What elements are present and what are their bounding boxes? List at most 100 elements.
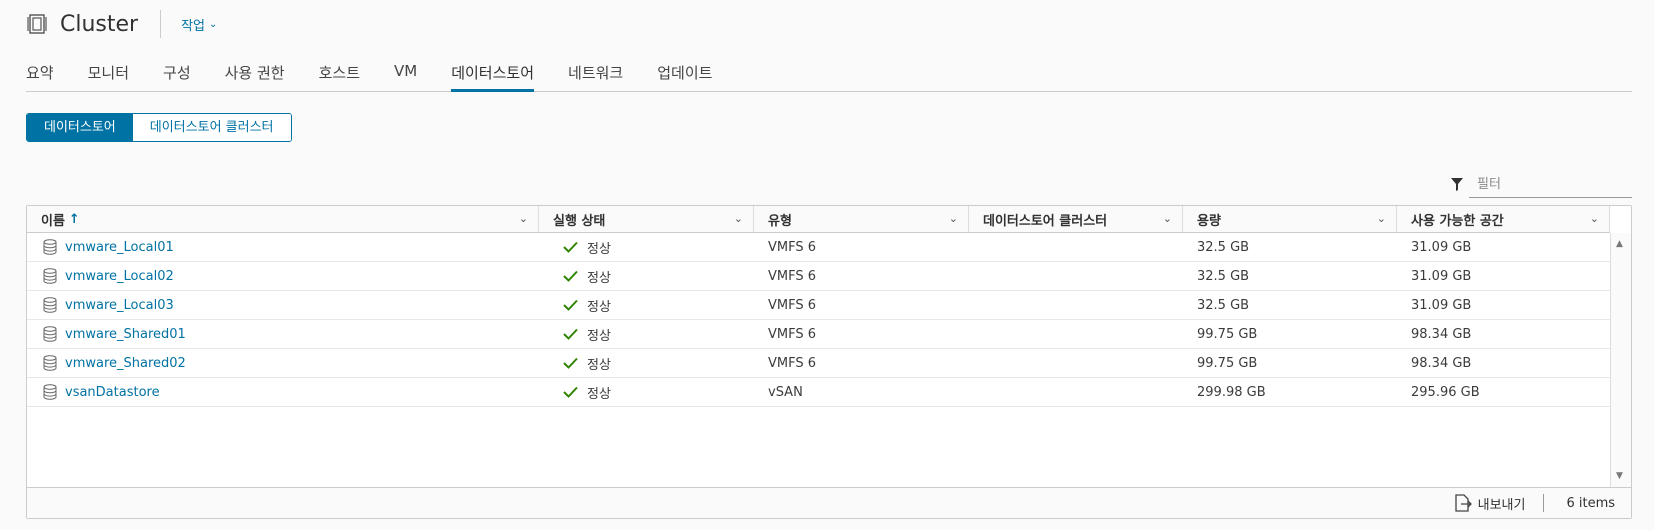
column-label: 사용 가능한 공간 xyxy=(1411,213,1504,229)
chevron-down-icon[interactable]: ⌄ xyxy=(734,212,743,225)
tab-hosts[interactable]: 호스트 xyxy=(319,56,360,92)
name-cell: vmware_Shared01 xyxy=(27,320,539,348)
table-row[interactable]: vmware_Shared02 정상 VMFS 6 99.75 GB 98.34… xyxy=(27,349,1610,378)
vertical-scrollbar[interactable]: ▲ ▼ xyxy=(1610,233,1631,487)
datastore-link[interactable]: vmware_Shared02 xyxy=(65,356,186,371)
capacity-cell: 32.5 GB xyxy=(1197,239,1250,255)
datastore-clusters-toggle-button[interactable]: 데이터스토어 클러스터 xyxy=(132,114,291,141)
tab-monitor[interactable]: 모니터 xyxy=(88,56,129,92)
column-label: 실행 상태 xyxy=(553,213,606,229)
datastore-link[interactable]: vsanDatastore xyxy=(65,385,160,400)
type-cell: vSAN xyxy=(768,384,803,400)
column-header-free-space[interactable]: 사용 가능한 공간 ⌄ xyxy=(1397,206,1610,232)
tab-networks[interactable]: 네트워크 xyxy=(568,56,623,92)
table-row[interactable]: vmware_Shared01 정상 VMFS 6 99.75 GB 98.34… xyxy=(27,320,1610,349)
footer-divider xyxy=(1543,494,1545,512)
cluster-cell xyxy=(969,262,1183,290)
tab-configure[interactable]: 구성 xyxy=(163,56,191,92)
datastore-link[interactable]: vmware_Shared01 xyxy=(65,327,186,342)
cluster-cell xyxy=(969,378,1183,406)
table-row[interactable]: vsanDatastore 정상 vSAN 299.98 GB 295.96 G… xyxy=(27,378,1610,407)
status-text: 정상 xyxy=(587,241,611,257)
tab-updates[interactable]: 업데이트 xyxy=(657,56,712,92)
status-cell: 정상 xyxy=(539,320,754,348)
column-label: 데이터스토어 클러스터 xyxy=(983,213,1108,229)
capacity-cell: 32.5 GB xyxy=(1197,297,1250,313)
column-header-capacity[interactable]: 용량 ⌄ xyxy=(1183,206,1397,232)
sort-asc-icon: ↑ xyxy=(68,211,80,227)
free-space-cell: 31.09 GB xyxy=(1411,239,1472,255)
column-header-cluster[interactable]: 데이터스토어 클러스터 ⌄ xyxy=(969,206,1183,232)
grid-body: vmware_Local01 정상 VMFS 6 32.5 GB 31.09 G… xyxy=(27,233,1610,407)
column-label: 용량 xyxy=(1197,213,1221,229)
status-text: 정상 xyxy=(587,328,611,344)
chevron-down-icon[interactable]: ⌄ xyxy=(1377,212,1386,225)
datastore-icon xyxy=(41,238,59,256)
chevron-down-icon[interactable]: ⌄ xyxy=(949,212,958,225)
type-cell: VMFS 6 xyxy=(768,326,817,342)
capacity-cell: 32.5 GB xyxy=(1197,268,1250,284)
status-cell: 정상 xyxy=(539,291,754,319)
column-header-type[interactable]: 유형 ⌄ xyxy=(754,206,969,232)
table-row[interactable]: vmware_Local02 정상 VMFS 6 32.5 GB 31.09 G… xyxy=(27,262,1610,291)
tab-vms[interactable]: VM xyxy=(394,56,417,92)
type-cell: VMFS 6 xyxy=(768,297,817,313)
check-icon xyxy=(563,386,581,398)
cluster-cell xyxy=(969,349,1183,377)
actions-label: 작업 xyxy=(181,18,206,34)
capacity-cell: 99.75 GB xyxy=(1197,355,1258,371)
item-count: 6 items xyxy=(1566,495,1615,511)
tab-permissions[interactable]: 사용 권한 xyxy=(225,56,285,92)
name-cell: vmware_Local01 xyxy=(27,233,539,261)
datastore-icon xyxy=(41,354,59,372)
check-icon xyxy=(563,328,581,340)
actions-menu[interactable]: 작업 ⌄ xyxy=(181,15,217,34)
check-icon xyxy=(563,270,581,282)
datastores-toggle-button[interactable]: 데이터스토어 xyxy=(27,114,133,141)
grid-header: 이름 ↑ ⌄ 실행 상태 ⌄ 유형 ⌄ 데이터스토어 클러스터 ⌄ 용량 ⌄ 사… xyxy=(27,206,1610,233)
column-header-name[interactable]: 이름 ↑ ⌄ xyxy=(27,206,539,232)
name-cell: vmware_Local02 xyxy=(27,262,539,290)
title-divider xyxy=(160,10,162,38)
type-cell: VMFS 6 xyxy=(768,239,817,255)
view-toggle: 데이터스토어 데이터스토어 클러스터 xyxy=(26,113,292,142)
chevron-down-icon[interactable]: ⌄ xyxy=(1590,212,1599,225)
type-cell: VMFS 6 xyxy=(768,268,817,284)
datastore-link[interactable]: vmware_Local01 xyxy=(65,240,174,255)
chevron-down-icon: ⌄ xyxy=(209,18,218,30)
capacity-cell: 99.75 GB xyxy=(1197,326,1258,342)
cluster-icon xyxy=(26,13,48,35)
tab-summary[interactable]: 요약 xyxy=(26,56,54,92)
chevron-down-icon[interactable]: ⌄ xyxy=(1163,212,1172,225)
cluster-cell xyxy=(969,291,1183,319)
datastore-icon xyxy=(41,267,59,285)
datastore-link[interactable]: vmware_Local03 xyxy=(65,298,174,313)
status-cell: 정상 xyxy=(539,233,754,261)
free-space-cell: 98.34 GB xyxy=(1411,326,1472,342)
tab-datastores[interactable]: 데이터스토어 xyxy=(451,56,535,92)
name-cell: vmware_Local03 xyxy=(27,291,539,319)
column-label: 이름 xyxy=(41,213,65,229)
filter-input[interactable] xyxy=(1469,171,1632,198)
scroll-up-icon[interactable]: ▲ xyxy=(1616,239,1623,249)
column-header-status[interactable]: 실행 상태 ⌄ xyxy=(539,206,754,232)
status-cell: 정상 xyxy=(539,378,754,406)
chevron-down-icon[interactable]: ⌄ xyxy=(519,212,528,225)
status-cell: 정상 xyxy=(539,349,754,377)
name-cell: vmware_Shared02 xyxy=(27,349,539,377)
table-row[interactable]: vmware_Local03 정상 VMFS 6 32.5 GB 31.09 G… xyxy=(27,291,1610,320)
free-space-cell: 31.09 GB xyxy=(1411,268,1472,284)
free-space-cell: 98.34 GB xyxy=(1411,355,1472,371)
datastore-link[interactable]: vmware_Local02 xyxy=(65,269,174,284)
capacity-cell: 299.98 GB xyxy=(1197,384,1266,400)
tab-bar: 요약 모니터 구성 사용 권한 호스트 VM 데이터스토어 네트워크 업데이트 xyxy=(26,56,1632,92)
table-row[interactable]: vmware_Local01 정상 VMFS 6 32.5 GB 31.09 G… xyxy=(27,233,1610,262)
export-button[interactable]: 내보내기 xyxy=(1452,493,1525,513)
status-text: 정상 xyxy=(587,386,611,402)
cluster-cell xyxy=(969,233,1183,261)
scroll-down-icon[interactable]: ▼ xyxy=(1616,471,1623,481)
page-header: Cluster 작업 ⌄ xyxy=(26,8,217,40)
filter-box xyxy=(1451,171,1632,198)
status-text: 정상 xyxy=(587,270,611,286)
grid-footer: 내보내기 6 items xyxy=(27,487,1631,518)
